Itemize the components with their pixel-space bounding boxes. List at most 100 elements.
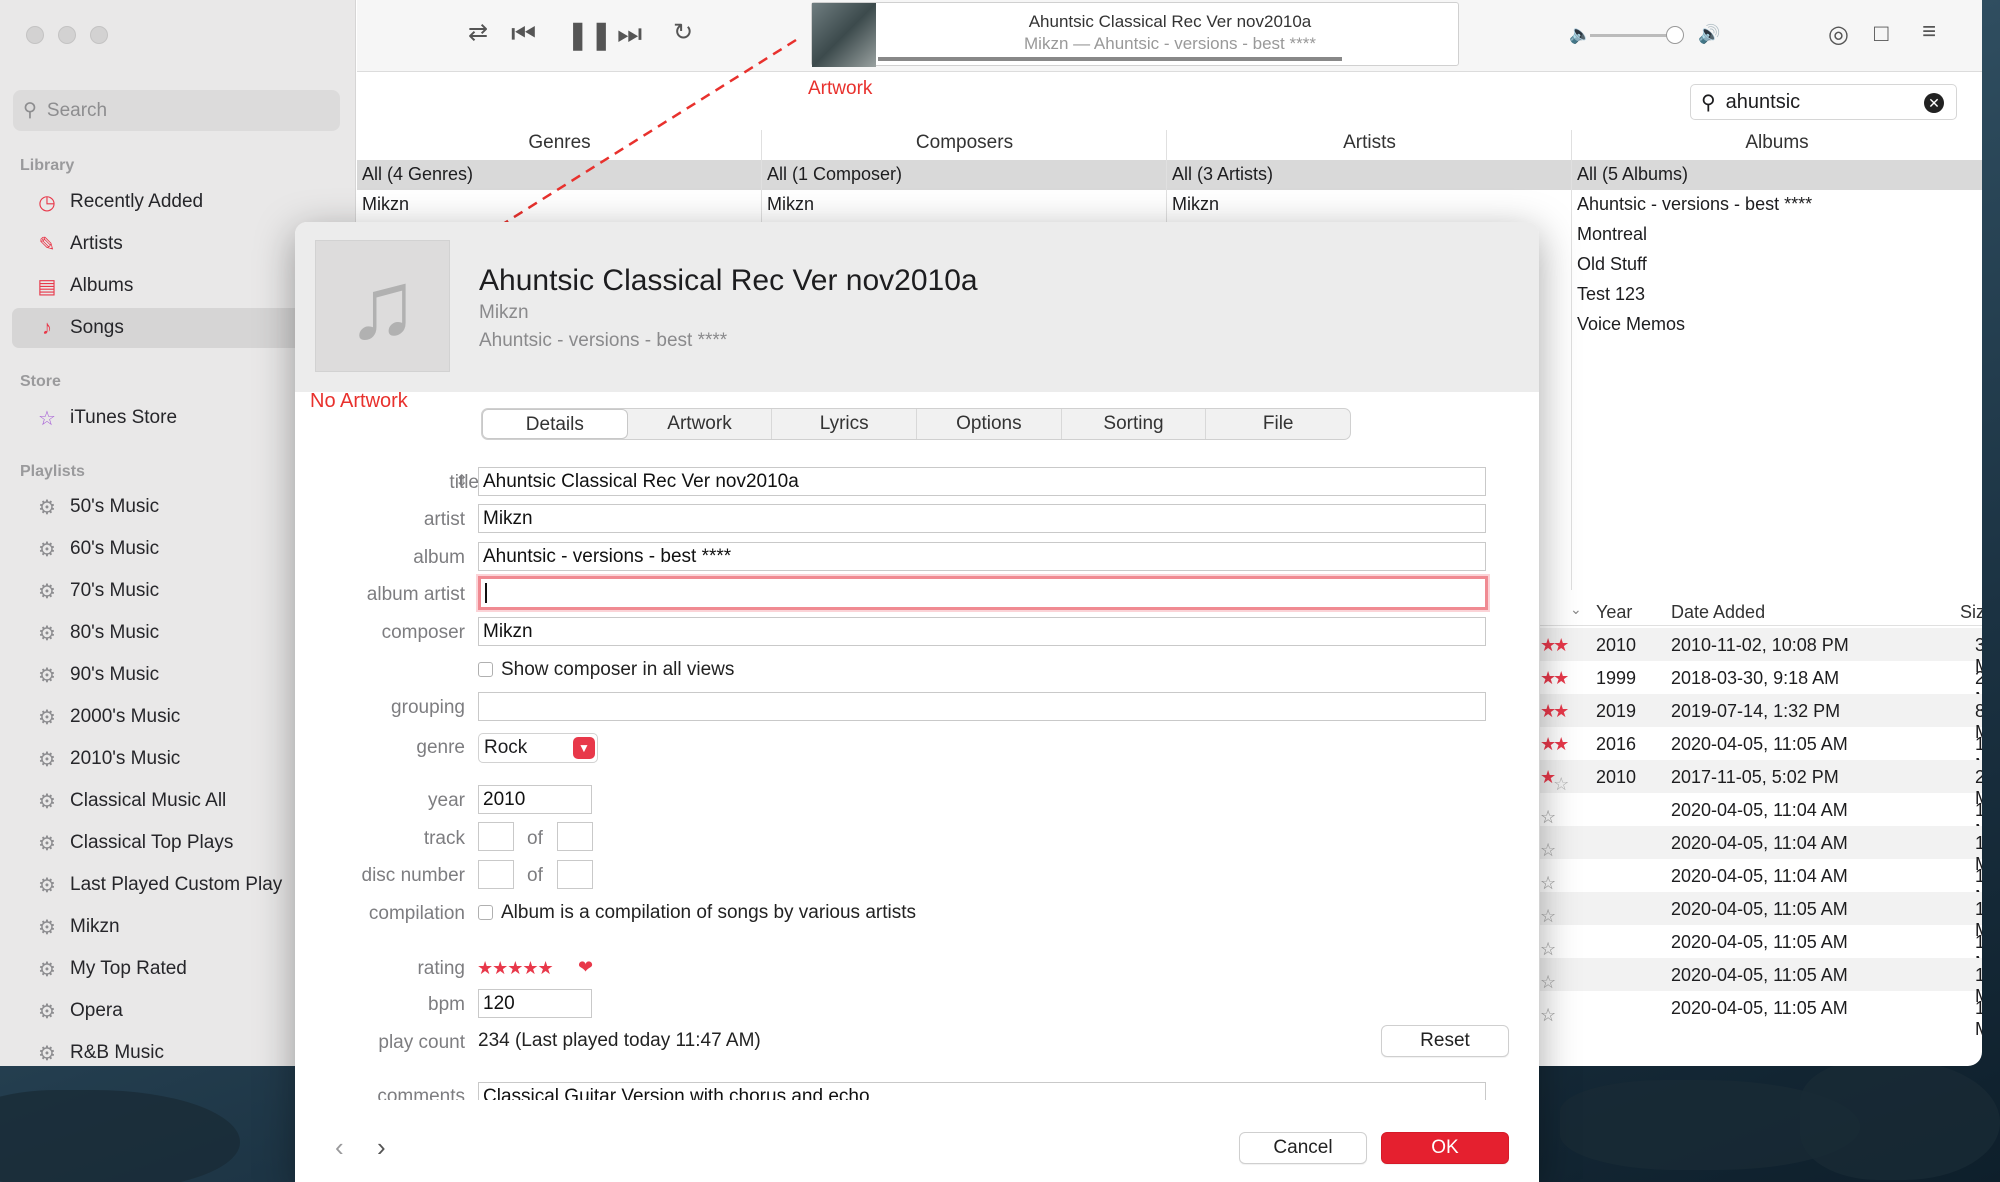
previous-song-icon[interactable]: ‹	[335, 1132, 344, 1163]
show-composer-checkbox[interactable]	[478, 662, 493, 677]
sidebar-item-playlist[interactable]: ⚙ Classical Music All	[12, 781, 342, 821]
search-field[interactable]: ⚲ ahuntsic ✕	[1690, 84, 1957, 120]
sidebar-item-playlist[interactable]: ⚙ R&B Music	[12, 1033, 342, 1066]
table-row[interactable]: ☆☆2020-04-05, 11:05 AM1.8 M	[1540, 958, 1982, 1006]
sidebar-item-playlist[interactable]: ⚙ Classical Top Plays	[12, 823, 342, 863]
compilation-checkbox[interactable]	[478, 905, 493, 920]
sidebar-item-playlist[interactable]: ⚙ My Top Rated	[12, 949, 342, 989]
table-row[interactable]: ★★19992018-03-30, 9:18 AM2.6 M	[1540, 661, 1982, 709]
next-song-icon[interactable]: ›	[377, 1132, 386, 1163]
loved-heart-icon[interactable]: ❤	[578, 957, 593, 978]
year-field[interactable]: 2010	[478, 785, 592, 814]
airplay-icon[interactable]: ◎	[1828, 20, 1849, 49]
sidebar-item-songs[interactable]: ♪ Songs	[12, 308, 342, 348]
disc-total-field[interactable]	[557, 860, 593, 889]
sort-updown-icon[interactable]: ⇕	[455, 471, 468, 491]
sidebar-item-playlist[interactable]: ⚙ Mikzn	[12, 907, 342, 947]
artist-field[interactable]: Mikzn	[478, 504, 1486, 533]
artists-column-header[interactable]: Artists	[1167, 132, 1572, 154]
track-total-field[interactable]	[557, 822, 593, 851]
sidebar-item-itunes-store[interactable]: ☆ iTunes Store	[12, 398, 342, 438]
sidebar-item-playlist[interactable]: ⚙ 2010's Music	[12, 739, 342, 779]
sidebar-item-recently-added[interactable]: ◷ Recently Added	[12, 182, 342, 222]
search-input[interactable]: ahuntsic	[1726, 91, 1801, 114]
close-window-button[interactable]	[26, 26, 44, 44]
sidebar-item-playlist[interactable]: ⚙ Opera	[12, 991, 342, 1031]
date-added-column-header[interactable]: Date Added	[1671, 602, 1765, 623]
table-row[interactable]: ★★20192019-07-14, 1:32 PM8.5 M	[1540, 694, 1982, 742]
rating-stars[interactable]: ★★★★★	[477, 958, 554, 979]
composers-column-header[interactable]: Composers	[762, 132, 1167, 154]
table-row[interactable]: ★★20162020-04-05, 11:05 AM1.6 M	[1540, 727, 1982, 775]
tab-options[interactable]: Options	[917, 409, 1062, 439]
album-item[interactable]: Old Stuff	[1577, 254, 1647, 275]
now-playing-display[interactable]: Ahuntsic Classical Rec Ver nov2010a Mikz…	[811, 2, 1459, 67]
row-rating-stars[interactable]: ★★	[1540, 635, 1569, 656]
sidebar-item-playlist[interactable]: ⚙ 60's Music	[12, 529, 342, 569]
sidebar-item-playlist[interactable]: ⚙ Last Played Custom Play	[12, 865, 342, 905]
table-row[interactable]: ☆☆2020-04-05, 11:05 AM1.8 M	[1540, 925, 1982, 973]
sidebar-item-playlist[interactable]: ⚙ 50's Music	[12, 487, 342, 527]
tab-sorting[interactable]: Sorting	[1062, 409, 1207, 439]
genre-item[interactable]: Mikzn	[362, 194, 409, 215]
pause-icon[interactable]: ❚❚	[566, 18, 613, 51]
table-row[interactable]: ☆☆2020-04-05, 11:05 AM1.8 M	[1540, 892, 1982, 940]
tab-details[interactable]: Details	[482, 409, 628, 439]
row-rating-stars[interactable]: ★★	[1540, 701, 1569, 722]
up-next-icon[interactable]: ≡	[1922, 18, 1936, 46]
sidebar-item-playlist[interactable]: ⚙ 70's Music	[12, 571, 342, 611]
genre-popup[interactable]: Rock ▼	[478, 733, 598, 763]
ok-button[interactable]: OK	[1381, 1132, 1509, 1164]
row-rating-stars[interactable]: ★★	[1540, 734, 1569, 755]
repeat-icon[interactable]: ↻	[673, 18, 693, 47]
previous-icon[interactable]: ⏮	[511, 18, 536, 51]
artist-item[interactable]: Mikzn	[1172, 194, 1219, 215]
album-field[interactable]: Ahuntsic - versions - best ****	[478, 542, 1486, 571]
track-number-field[interactable]	[478, 822, 514, 851]
title-field[interactable]: Ahuntsic Classical Rec Ver nov2010a	[478, 467, 1486, 496]
composer-field[interactable]: Mikzn	[478, 617, 1486, 646]
row-rating-stars[interactable]: ★ ☆	[1540, 767, 1569, 794]
tab-artwork[interactable]: Artwork	[628, 409, 773, 439]
tab-lyrics[interactable]: Lyrics	[772, 409, 918, 439]
year-column-header[interactable]: Year	[1596, 602, 1632, 623]
tab-file[interactable]: File	[1206, 409, 1350, 439]
sidebar-item-albums[interactable]: ▤ Albums	[12, 266, 342, 306]
size-column-header[interactable]: Siz	[1960, 602, 1982, 623]
table-row[interactable]: ★☆20102017-11-05, 5:02 PM2.9 M	[1540, 760, 1982, 808]
composers-all[interactable]: All (1 Composer)	[767, 164, 902, 185]
disc-number-field[interactable]	[478, 860, 514, 889]
next-icon[interactable]: ⏭	[617, 18, 642, 51]
volume-slider[interactable]	[1590, 26, 1684, 44]
genres-all[interactable]: All (4 Genres)	[362, 164, 473, 185]
shuffle-icon[interactable]: ⇄	[468, 18, 488, 47]
album-artist-field[interactable]	[478, 576, 1488, 610]
reset-play-count-button[interactable]: Reset	[1381, 1025, 1509, 1057]
album-item[interactable]: Test 123	[1577, 284, 1645, 305]
no-artwork-placeholder[interactable]: ♫	[315, 240, 450, 372]
row-rating-stars[interactable]: ★★	[1540, 668, 1569, 689]
grouping-field[interactable]	[478, 692, 1486, 721]
volume-knob[interactable]	[1666, 26, 1684, 44]
album-item[interactable]: Voice Memos	[1577, 314, 1685, 335]
table-row[interactable]: ☆☆2020-04-05, 11:05 AM1.8 M	[1540, 991, 1982, 1039]
table-row[interactable]: ☆☆2020-04-05, 11:04 AM1.8 M	[1540, 859, 1982, 907]
table-row[interactable]: ☆☆2020-04-05, 11:04 AM1.8 M	[1540, 826, 1982, 874]
albums-column-header[interactable]: Albums	[1572, 132, 1982, 154]
artists-all[interactable]: All (3 Artists)	[1172, 164, 1273, 185]
table-row[interactable]: ☆☆2020-04-05, 11:04 AM1.8 M	[1540, 793, 1982, 841]
sidebar-item-artists[interactable]: ✎ Artists	[12, 224, 342, 264]
sidebar-item-playlist[interactable]: ⚙ 2000's Music	[12, 697, 342, 737]
table-row[interactable]: ★★20102010-11-02, 10:08 PM3.8 M	[1540, 628, 1982, 676]
album-item[interactable]: Montreal	[1577, 224, 1647, 245]
clear-search-icon[interactable]: ✕	[1924, 93, 1944, 113]
genres-column-header[interactable]: Genres	[357, 132, 762, 154]
composer-item[interactable]: Mikzn	[767, 194, 814, 215]
sidebar-item-playlist[interactable]: ⚙ 90's Music	[12, 655, 342, 695]
sidebar-item-playlist[interactable]: ⚙ 80's Music	[12, 613, 342, 653]
zoom-window-button[interactable]	[90, 26, 108, 44]
sidebar-search-field[interactable]: ⚲ Search	[13, 90, 340, 131]
bpm-field[interactable]: 120	[478, 989, 592, 1018]
album-item[interactable]: Ahuntsic - versions - best ****	[1577, 194, 1812, 215]
playback-progress[interactable]	[878, 57, 1342, 61]
